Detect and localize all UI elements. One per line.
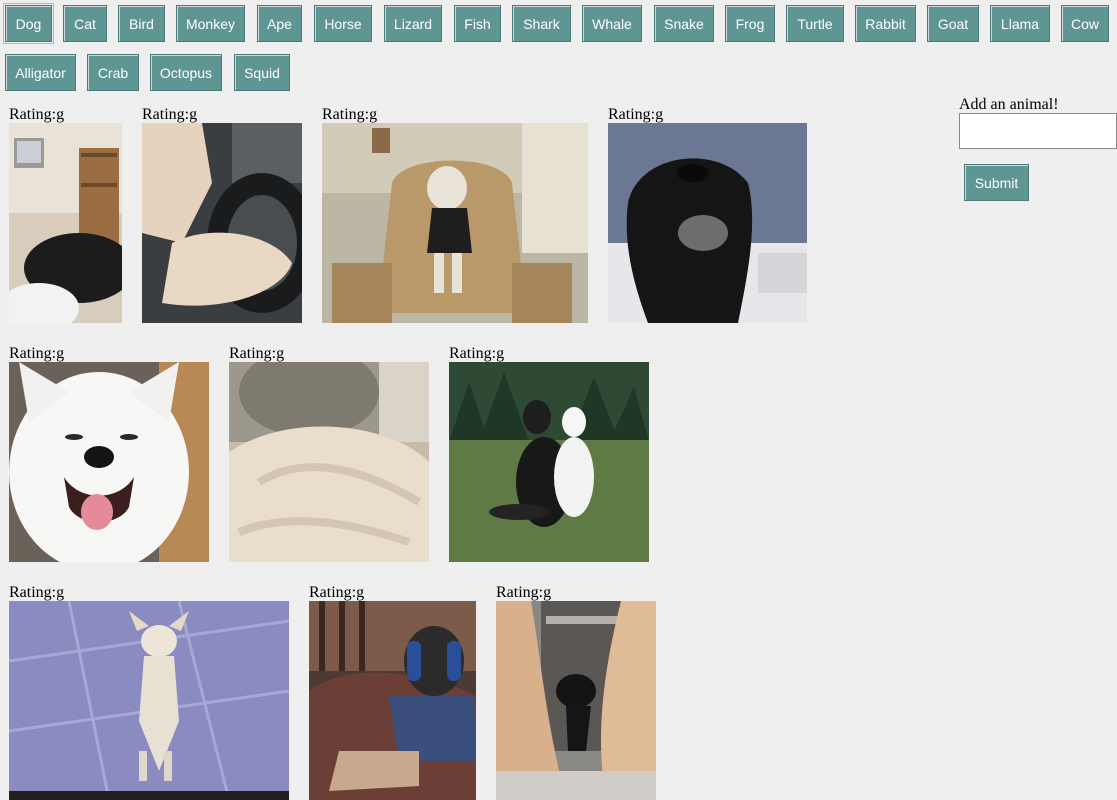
gif-rating: Rating:g bbox=[449, 345, 505, 362]
animal-button-whale[interactable]: Whale bbox=[582, 5, 642, 42]
gif-image[interactable] bbox=[608, 123, 807, 323]
gif-image[interactable] bbox=[9, 601, 289, 800]
gif-image[interactable] bbox=[142, 123, 302, 323]
animal-button-frog[interactable]: Frog bbox=[725, 5, 775, 42]
animal-button-llama[interactable]: Llama bbox=[990, 5, 1050, 42]
animal-button-rabbit[interactable]: Rabbit bbox=[855, 5, 916, 42]
animal-button-cat[interactable]: Cat bbox=[63, 5, 107, 42]
gif-rating: Rating:g bbox=[496, 584, 552, 601]
gif-rating: Rating:g bbox=[229, 345, 285, 362]
animal-button-goat[interactable]: Goat bbox=[927, 5, 979, 42]
submit-button[interactable]: Submit bbox=[964, 164, 1029, 201]
animal-button-horse[interactable]: Horse bbox=[314, 5, 372, 42]
animal-button-alligator[interactable]: Alligator bbox=[5, 54, 76, 91]
gif-image[interactable] bbox=[9, 123, 122, 323]
gif-rating: Rating:g bbox=[608, 106, 664, 123]
animal-button-octopus[interactable]: Octopus bbox=[150, 54, 222, 91]
animal-button-ape[interactable]: Ape bbox=[257, 5, 302, 42]
animal-button-turtle[interactable]: Turtle bbox=[786, 5, 844, 42]
gif-image[interactable] bbox=[9, 362, 209, 562]
gif-rating: Rating:g bbox=[309, 584, 365, 601]
gif-image[interactable] bbox=[496, 601, 656, 800]
gif-rating: Rating:g bbox=[9, 106, 65, 123]
animal-button-squid[interactable]: Squid bbox=[234, 54, 290, 91]
gif-image[interactable] bbox=[322, 123, 588, 323]
gif-image[interactable] bbox=[309, 601, 476, 800]
animal-button-crab[interactable]: Crab bbox=[87, 54, 139, 91]
animal-button-cow[interactable]: Cow bbox=[1061, 5, 1109, 42]
gif-rating: Rating:g bbox=[9, 345, 65, 362]
gif-image[interactable] bbox=[229, 362, 429, 562]
gif-rating: Rating:g bbox=[142, 106, 198, 123]
animal-input[interactable] bbox=[959, 113, 1117, 149]
animal-button-dog[interactable]: Dog bbox=[3, 3, 54, 44]
add-animal-label: Add an animal! bbox=[959, 96, 1059, 113]
animal-button-snake[interactable]: Snake bbox=[654, 5, 714, 42]
gif-rating: Rating:g bbox=[9, 584, 65, 601]
animal-button-fish[interactable]: Fish bbox=[454, 5, 501, 42]
animal-button-shark[interactable]: Shark bbox=[512, 5, 571, 42]
animal-button-lizard[interactable]: Lizard bbox=[384, 5, 442, 42]
animal-button-monkey[interactable]: Monkey bbox=[176, 5, 245, 42]
gif-rating: Rating:g bbox=[322, 106, 378, 123]
gif-image[interactable] bbox=[449, 362, 649, 562]
animal-button-bird[interactable]: Bird bbox=[118, 5, 165, 42]
